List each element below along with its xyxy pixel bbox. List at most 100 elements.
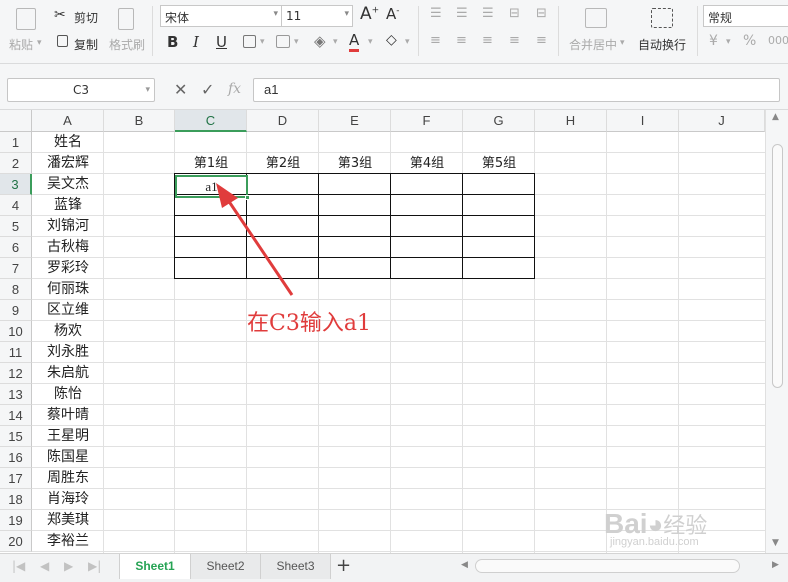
cell-a[interactable]: 周胜东	[32, 468, 104, 489]
cell-a[interactable]: 陈国星	[32, 447, 104, 468]
align-middle-icon[interactable]: ☰	[456, 6, 468, 21]
column-header[interactable]: B	[104, 110, 175, 132]
horizontal-scrollbar[interactable]	[475, 559, 740, 573]
row-header[interactable]: 17	[0, 468, 32, 489]
format-painter-button[interactable]: 格式刷	[109, 36, 145, 53]
row-header[interactable]: 10	[0, 321, 32, 342]
select-all-corner[interactable]	[0, 110, 32, 132]
group-header-cell[interactable]: 第1组	[175, 153, 247, 174]
decrease-font-icon[interactable]: A-	[386, 5, 400, 23]
last-sheet-icon[interactable]: ▶|	[88, 559, 101, 573]
next-sheet-icon[interactable]: ▶	[64, 559, 73, 573]
wrap-text-button[interactable]: 自动换行	[638, 36, 686, 53]
percent-icon[interactable]: %	[743, 33, 756, 49]
column-header[interactable]: C	[175, 110, 247, 132]
first-sheet-icon[interactable]: |◀	[12, 559, 25, 573]
row-header[interactable]: 20	[0, 531, 32, 552]
scissors-icon[interactable]: ✂	[54, 7, 66, 23]
row-header[interactable]: 3	[0, 174, 32, 195]
row-header[interactable]: 13	[0, 384, 32, 405]
row-header[interactable]: 18	[0, 489, 32, 510]
italic-button[interactable]: I	[193, 33, 199, 51]
row-header[interactable]: 14	[0, 405, 32, 426]
chevron-down-icon[interactable]: ▾	[620, 38, 625, 48]
currency-icon[interactable]: ¥	[709, 33, 718, 49]
chevron-down-icon[interactable]: ▾	[405, 37, 410, 47]
merge-center-button[interactable]: 合并居中	[569, 36, 617, 53]
confirm-icon[interactable]: ✓	[201, 80, 214, 99]
tab-sheet2[interactable]: Sheet2	[191, 554, 261, 579]
row-header[interactable]: 11	[0, 342, 32, 363]
thousands-separator-icon[interactable]: 000	[768, 34, 788, 47]
cell-a[interactable]: 杨欢	[32, 321, 104, 342]
cell-a[interactable]: 朱启航	[32, 363, 104, 384]
column-header[interactable]: G	[463, 110, 535, 132]
chevron-down-icon[interactable]: ▾	[368, 37, 373, 47]
border-icon[interactable]	[243, 35, 256, 48]
paste-icon[interactable]	[16, 8, 36, 30]
copy-icon[interactable]	[57, 35, 68, 47]
cell-a[interactable]: 肖海玲	[32, 489, 104, 510]
cell-a[interactable]: 王星明	[32, 426, 104, 447]
tab-sheet1[interactable]: Sheet1	[119, 554, 191, 579]
cell-a[interactable]: 刘锦河	[32, 216, 104, 237]
row-header[interactable]: 7	[0, 258, 32, 279]
cell-a[interactable]: 陈怡	[32, 384, 104, 405]
paste-dropdown-icon[interactable]: ▾	[37, 38, 42, 48]
font-name-select[interactable]: 宋体 ▾	[160, 5, 282, 27]
group-header-cell[interactable]: 第5组	[463, 153, 535, 174]
row-header[interactable]: 9	[0, 300, 32, 321]
scroll-left-icon[interactable]: ◀	[461, 560, 468, 570]
column-header[interactable]: I	[607, 110, 679, 132]
increase-font-icon[interactable]: A+	[360, 4, 379, 24]
row-header[interactable]: 16	[0, 447, 32, 468]
group-header-cell[interactable]: 第2组	[247, 153, 319, 174]
column-header[interactable]: E	[319, 110, 391, 132]
row-header[interactable]: 2	[0, 153, 32, 174]
cut-button[interactable]: 剪切	[74, 9, 98, 26]
group-header-cell[interactable]: 第4组	[391, 153, 463, 174]
row-header[interactable]: 5	[0, 216, 32, 237]
name-box[interactable]: C3 ▾	[7, 78, 155, 102]
eraser-icon[interactable]: ◇	[386, 32, 397, 48]
chevron-down-icon[interactable]: ▾	[145, 79, 150, 101]
cell-a[interactable]: 何丽珠	[32, 279, 104, 300]
scrollbar-thumb[interactable]	[772, 144, 783, 388]
chevron-down-icon[interactable]: ▾	[260, 37, 265, 47]
cell-a[interactable]: 区立维	[32, 300, 104, 321]
font-size-select[interactable]: 11 ▾	[281, 5, 353, 27]
indent-box-icon[interactable]: ⊟	[536, 6, 547, 21]
bold-button[interactable]: B	[167, 33, 178, 51]
scroll-up-icon[interactable]: ▲	[772, 112, 779, 122]
fill-color-icon[interactable]: ◈	[314, 32, 326, 50]
chevron-down-icon[interactable]: ▾	[333, 37, 338, 47]
cell-a[interactable]: 潘宏辉	[32, 153, 104, 174]
cell-a[interactable]: 刘永胜	[32, 342, 104, 363]
cell-a[interactable]: 郑美琪	[32, 510, 104, 531]
cell-style-icon[interactable]	[276, 35, 290, 48]
scroll-down-icon[interactable]: ▼	[772, 538, 779, 548]
column-header[interactable]: J	[679, 110, 765, 132]
column-header[interactable]: A	[32, 110, 104, 132]
copy-button[interactable]: 复制	[74, 36, 98, 53]
align-bottom-icon[interactable]: ☰	[482, 6, 494, 21]
format-painter-icon[interactable]	[118, 8, 134, 30]
formula-input[interactable]: a1	[253, 78, 780, 102]
number-format-select[interactable]: 常规	[703, 5, 788, 27]
add-sheet-button[interactable]: +	[336, 555, 351, 576]
cell-a[interactable]: 蔡叶晴	[32, 405, 104, 426]
vertical-scrollbar[interactable]: ▲ ▼	[765, 110, 788, 553]
prev-sheet-icon[interactable]: ◀	[40, 559, 49, 573]
underline-button[interactable]: U	[216, 33, 227, 51]
row-header[interactable]: 15	[0, 426, 32, 447]
function-icon[interactable]: fx	[228, 81, 241, 97]
row-header[interactable]: 12	[0, 363, 32, 384]
indent-box-icon[interactable]: ⊟	[509, 6, 520, 21]
scroll-right-icon[interactable]: ▶	[772, 560, 779, 570]
font-color-icon[interactable]: A	[349, 31, 360, 52]
cell-a[interactable]: 吴文杰	[32, 174, 104, 195]
column-header[interactable]: F	[391, 110, 463, 132]
distribute-icon[interactable]: ≡	[536, 33, 547, 48]
wrap-text-icon[interactable]	[651, 8, 673, 28]
cell-a[interactable]: 姓名	[32, 132, 104, 153]
